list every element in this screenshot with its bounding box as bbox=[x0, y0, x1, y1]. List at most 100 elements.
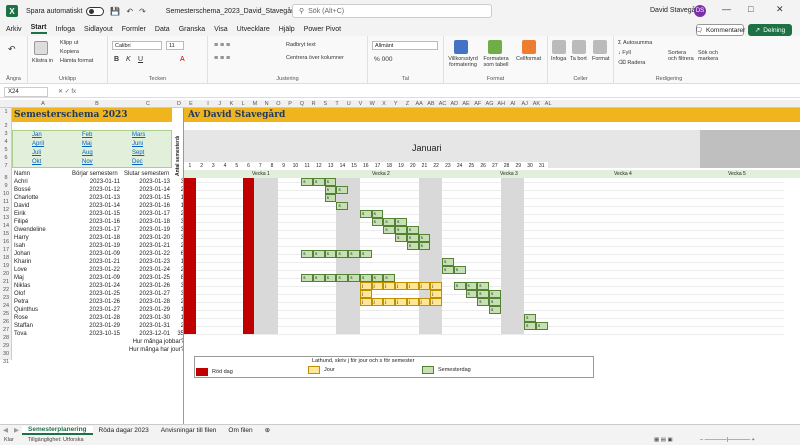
employee-name[interactable]: Olof bbox=[14, 290, 70, 298]
column-header[interactable]: J bbox=[214, 100, 226, 108]
row-header[interactable]: 21 bbox=[0, 278, 12, 286]
column-header[interactable]: AG bbox=[484, 100, 496, 108]
end-date[interactable]: 2023-01-16 bbox=[122, 202, 170, 210]
column-header[interactable]: AF bbox=[472, 100, 484, 108]
row-header[interactable]: 7 bbox=[0, 162, 12, 170]
semester-cell[interactable]: s bbox=[453, 266, 466, 274]
column-header[interactable]: Y bbox=[390, 100, 402, 108]
cell-style-icon[interactable] bbox=[522, 40, 536, 54]
row-header[interactable]: 13 bbox=[0, 214, 12, 222]
bold-icon[interactable]: B bbox=[114, 56, 119, 63]
tab-power-pivot[interactable]: Power Pivot bbox=[304, 26, 341, 33]
end-date[interactable]: 2023-01-20 bbox=[122, 234, 170, 242]
row-header[interactable]: 26 bbox=[0, 318, 12, 326]
semester-cell[interactable]: s bbox=[488, 290, 501, 298]
avatar[interactable]: DS bbox=[694, 5, 706, 17]
employee-name[interactable]: Johan bbox=[14, 250, 70, 258]
column-header[interactable]: U bbox=[343, 100, 355, 108]
conditional-format-icon[interactable] bbox=[454, 40, 468, 54]
end-date[interactable]: 2023-01-27 bbox=[122, 290, 170, 298]
end-date[interactable]: 2023-01-13 bbox=[122, 178, 170, 186]
comments-button[interactable]: 🗨 Kommentarer bbox=[695, 24, 745, 36]
semester-cell[interactable]: s bbox=[477, 282, 489, 290]
accessibility-status[interactable]: Tillgänglighet: Utforska bbox=[28, 437, 84, 443]
row-header[interactable]: 24 bbox=[0, 302, 12, 310]
row-header[interactable]: 30 bbox=[0, 350, 12, 358]
semester-cell[interactable]: s bbox=[301, 178, 314, 186]
semester-cell[interactable]: s bbox=[313, 178, 325, 186]
font-color-icon[interactable]: A bbox=[180, 56, 185, 63]
font-select[interactable]: Calibri bbox=[112, 41, 162, 50]
semester-cell[interactable]: s bbox=[301, 250, 314, 258]
copy-button[interactable]: Kopiera bbox=[60, 49, 79, 55]
end-date[interactable]: 2023-01-30 bbox=[122, 314, 170, 322]
row-header[interactable]: 2 bbox=[0, 122, 12, 130]
employee-name[interactable]: Achri bbox=[14, 178, 70, 186]
merge-button[interactable]: Centrera över kolumner bbox=[286, 55, 344, 61]
semester-cell[interactable]: s bbox=[465, 282, 478, 290]
employee-name[interactable]: Gwendeline bbox=[14, 226, 70, 234]
clear-button[interactable]: ⌫ Radera bbox=[618, 60, 645, 66]
cut-button[interactable]: Klipp ut bbox=[60, 40, 78, 46]
semester-cell[interactable]: s bbox=[395, 234, 407, 242]
jour-cell[interactable]: j bbox=[406, 298, 419, 306]
tab-sidlayout[interactable]: Sidlayout bbox=[84, 26, 113, 33]
jour-cell[interactable]: j bbox=[383, 298, 396, 306]
jour-cell[interactable]: j bbox=[359, 298, 372, 306]
semester-cell[interactable]: s bbox=[442, 266, 454, 274]
semester-cell[interactable]: s bbox=[324, 178, 337, 186]
semester-cell[interactable]: s bbox=[359, 210, 372, 218]
start-date[interactable]: 2023-01-27 bbox=[70, 306, 120, 314]
row-header[interactable]: 5 bbox=[0, 146, 12, 154]
semester-cell[interactable]: s bbox=[336, 274, 349, 282]
save-icon[interactable]: 💾 bbox=[110, 7, 120, 16]
column-header[interactable]: AI bbox=[507, 100, 519, 108]
semester-cell[interactable]: s bbox=[488, 306, 501, 314]
semester-cell[interactable]: s bbox=[313, 250, 325, 258]
column-header[interactable]: C bbox=[142, 100, 154, 108]
find-select-button[interactable]: Sök och markera bbox=[698, 50, 724, 62]
format-table-button[interactable]: Formatera som tabell bbox=[480, 56, 512, 68]
minimize-icon[interactable]: — bbox=[722, 4, 731, 14]
month-link[interactable]: Okt bbox=[32, 158, 62, 166]
semester-cell[interactable]: s bbox=[301, 274, 314, 282]
start-date[interactable]: 2023-10-15 bbox=[70, 330, 120, 338]
column-header[interactable]: T bbox=[331, 100, 343, 108]
column-header[interactable]: A bbox=[37, 100, 49, 108]
row-header[interactable]: 20 bbox=[0, 270, 12, 278]
redo-icon[interactable]: ↷ bbox=[139, 7, 146, 16]
semester-cell[interactable]: s bbox=[406, 226, 419, 234]
delete-button[interactable]: Ta bort bbox=[570, 56, 587, 62]
end-date[interactable]: 2023-01-19 bbox=[122, 226, 170, 234]
row-header[interactable]: 1 bbox=[0, 108, 12, 116]
format-cells-icon[interactable] bbox=[593, 40, 607, 54]
insert-cells-icon[interactable] bbox=[552, 40, 566, 54]
tab-data[interactable]: Data bbox=[155, 26, 170, 33]
undo-big-icon[interactable]: ↶ bbox=[8, 44, 16, 55]
tab-formler[interactable]: Formler bbox=[122, 26, 146, 33]
semester-cell[interactable]: s bbox=[395, 218, 407, 226]
start-date[interactable]: 2023-01-24 bbox=[70, 282, 120, 290]
employee-name[interactable]: Petra bbox=[14, 298, 70, 306]
sheet-tab-anvisningar[interactable]: Anvisningar till filen bbox=[155, 427, 223, 434]
semester-cell[interactable]: s bbox=[348, 274, 360, 282]
delete-cells-icon[interactable] bbox=[572, 40, 586, 54]
row-header[interactable]: 8 bbox=[0, 174, 12, 182]
column-header[interactable]: E bbox=[185, 100, 197, 108]
row-header[interactable]: 9 bbox=[0, 182, 12, 190]
cell-style-button[interactable]: Cellformat bbox=[516, 56, 541, 62]
semester-cell[interactable]: s bbox=[453, 282, 466, 290]
start-date[interactable]: 2023-01-17 bbox=[70, 226, 120, 234]
column-header[interactable]: N bbox=[261, 100, 273, 108]
wrap-text-button[interactable]: Radbryt text bbox=[286, 42, 316, 48]
jour-cell[interactable]: j bbox=[430, 298, 443, 306]
row-header[interactable]: 27 bbox=[0, 326, 12, 334]
row-header[interactable]: 3 bbox=[0, 130, 12, 138]
column-header[interactable]: AJ bbox=[519, 100, 531, 108]
jour-cell[interactable]: j bbox=[371, 298, 384, 306]
undo-icon[interactable]: ↶ bbox=[126, 7, 133, 16]
sheet-tab-semesterplanering[interactable]: Semesterplanering bbox=[22, 425, 93, 435]
jour-cell[interactable]: j bbox=[430, 290, 443, 298]
italic-icon[interactable]: K bbox=[126, 56, 131, 63]
column-header[interactable]: K bbox=[225, 100, 237, 108]
